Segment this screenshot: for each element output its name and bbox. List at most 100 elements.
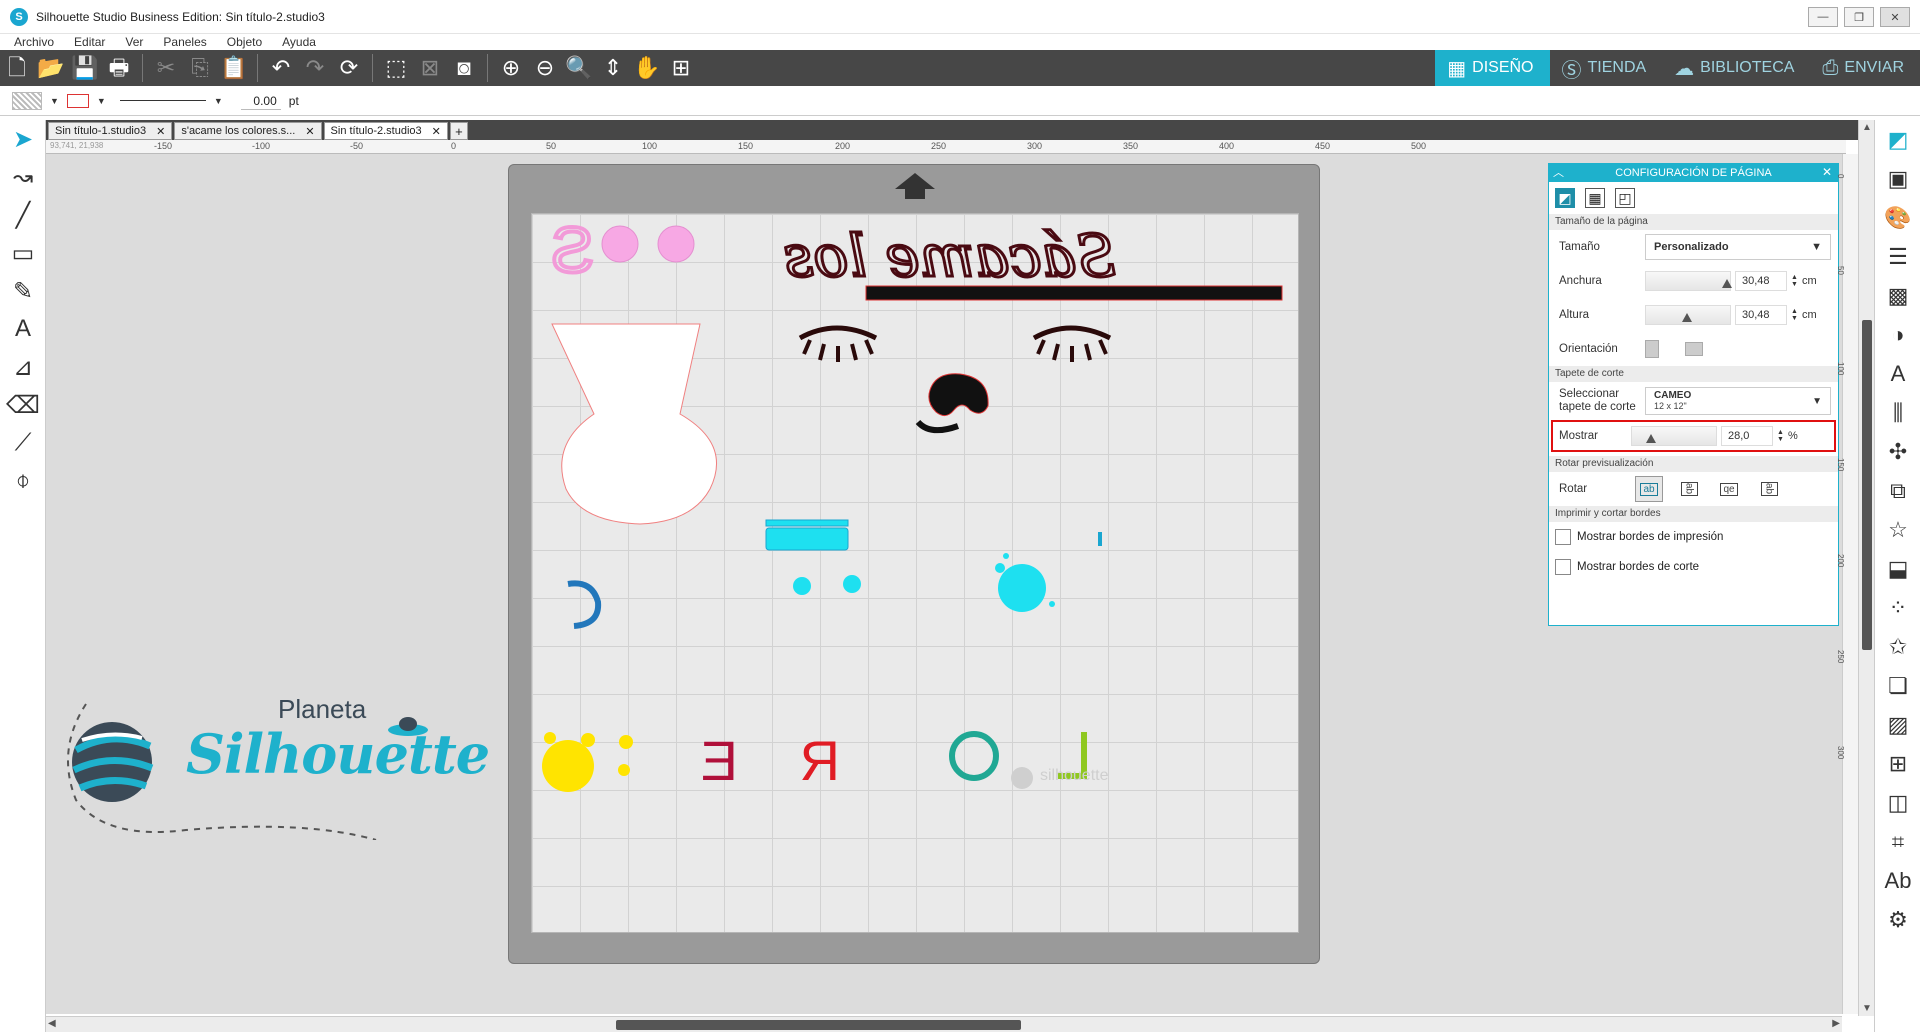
eyedropper-icon[interactable]: ⌽ bbox=[0, 462, 46, 500]
menu-ayuda[interactable]: Ayuda bbox=[282, 35, 316, 49]
tab-enviar[interactable]: ⎙ ENVIAR bbox=[1810, 50, 1920, 86]
fill-gradient-icon[interactable]: ◑ bbox=[1875, 315, 1920, 354]
grid-icon[interactable]: ▦ bbox=[1585, 188, 1605, 208]
tab-biblioteca[interactable]: ☁ BIBLIOTECA bbox=[1662, 50, 1810, 86]
offset-icon[interactable]: ☆ bbox=[1875, 510, 1920, 549]
show-spinner[interactable]: ▲ ▼ bbox=[1777, 429, 1784, 443]
grid-globe-icon[interactable]: ⊞ bbox=[1875, 744, 1920, 783]
close-icon[interactable]: ✕ bbox=[432, 125, 441, 138]
close-icon[interactable]: ✕ bbox=[156, 125, 165, 138]
open-folder-icon[interactable]: 📂 bbox=[34, 51, 68, 85]
close-icon[interactable]: ✕ bbox=[1822, 165, 1832, 179]
fill-pattern-swatch[interactable] bbox=[12, 91, 42, 110]
copy-icon[interactable]: ⎘ bbox=[183, 51, 217, 85]
checkbox[interactable] bbox=[1555, 559, 1571, 575]
height-spinner[interactable]: ▲ ▼ bbox=[1791, 308, 1798, 322]
line-width-input[interactable]: 0.00 bbox=[240, 92, 281, 110]
cut-icon[interactable]: ✂ bbox=[149, 51, 183, 85]
fill-color-icon[interactable]: 🎨 bbox=[1875, 198, 1920, 237]
pixscan-icon[interactable]: ▣ bbox=[1875, 159, 1920, 198]
tab-tienda[interactable]: Ⓢ TIENDA bbox=[1550, 50, 1663, 86]
rectangle-tool-icon[interactable]: ▭ bbox=[0, 234, 46, 272]
drag-view-icon[interactable]: ⇕ bbox=[596, 51, 630, 85]
landscape-icon[interactable] bbox=[1685, 342, 1703, 356]
doc-tab[interactable]: Sin título-1.studio3 ✕ bbox=[48, 122, 173, 140]
registration-marks-icon[interactable]: ◰ bbox=[1615, 188, 1635, 208]
maximize-button[interactable]: ❐ bbox=[1844, 7, 1874, 27]
horizontal-scrollbar[interactable]: ◀ ▶ bbox=[46, 1016, 1842, 1032]
stroke-color-swatch[interactable] bbox=[66, 93, 89, 108]
edit-points-icon[interactable]: ↝ bbox=[0, 158, 46, 196]
pencil-tool-icon[interactable]: ✎ bbox=[0, 272, 46, 310]
scroll-up-icon[interactable]: ▲ bbox=[1862, 122, 1872, 133]
eraser-icon[interactable]: ⌫ bbox=[0, 386, 46, 424]
settings-gear-icon[interactable]: ⚙ bbox=[1875, 900, 1920, 939]
select-by-color-icon[interactable]: ◙ bbox=[447, 51, 481, 85]
scroll-left-icon[interactable]: ◀ bbox=[48, 1018, 56, 1029]
layers-icon[interactable]: ❏ bbox=[1875, 666, 1920, 705]
image-effects-icon[interactable]: ▩ bbox=[1875, 276, 1920, 315]
height-slider[interactable] bbox=[1645, 305, 1731, 325]
line-style-icon[interactable]: ☰ bbox=[1875, 237, 1920, 276]
mat-select[interactable]: CAMEO 12 x 12" ▼ bbox=[1645, 387, 1831, 415]
page-setup-icon[interactable]: ◩ bbox=[1555, 188, 1575, 208]
pan-hand-icon[interactable]: ✋ bbox=[630, 51, 664, 85]
show-input[interactable]: 28,0 bbox=[1721, 426, 1773, 446]
sketch-icon[interactable]: ▨ bbox=[1875, 705, 1920, 744]
width-input[interactable]: 30,48 bbox=[1735, 271, 1787, 291]
line-style-sample[interactable] bbox=[119, 100, 206, 101]
redo-icon[interactable]: ↷ bbox=[298, 51, 332, 85]
scroll-thumb[interactable] bbox=[616, 1020, 1021, 1030]
vertical-scrollbar[interactable]: ▲ ▼ bbox=[1858, 120, 1874, 1016]
modify-icon[interactable]: ⧉ bbox=[1875, 471, 1920, 510]
chevron-down-icon[interactable]: ▼ bbox=[50, 96, 59, 106]
redraw-icon[interactable]: ⟳ bbox=[332, 51, 366, 85]
show-cut-borders-checkbox[interactable]: Mostrar bordes de corte bbox=[1549, 552, 1838, 582]
new-document-icon[interactable]: 🗋 bbox=[0, 51, 34, 85]
text-style-icon[interactable]: A bbox=[1875, 354, 1920, 393]
trace-icon[interactable]: ⬓ bbox=[1875, 549, 1920, 588]
undo-icon[interactable]: ↶ bbox=[264, 51, 298, 85]
knife-icon[interactable]: ⟋ bbox=[0, 424, 46, 462]
design-page[interactable]: S Sácame los E R silhouette bbox=[531, 213, 1299, 933]
nesting-icon[interactable]: ⌗ bbox=[1875, 822, 1920, 861]
width-spinner[interactable]: ▲ ▼ bbox=[1791, 274, 1798, 288]
save-icon[interactable]: 💾 bbox=[68, 51, 102, 85]
chevron-up-icon[interactable]: ︿ bbox=[1553, 164, 1564, 180]
menu-paneles[interactable]: Paneles bbox=[163, 35, 206, 49]
portrait-icon[interactable] bbox=[1645, 340, 1659, 358]
paste-icon[interactable]: 📋 bbox=[217, 51, 251, 85]
transform-icon[interactable]: ✣ bbox=[1875, 432, 1920, 471]
emboss-icon[interactable]: ◫ bbox=[1875, 783, 1920, 822]
text-tool-icon[interactable]: A bbox=[0, 310, 46, 348]
scroll-down-icon[interactable]: ▼ bbox=[1862, 1003, 1872, 1014]
minimize-button[interactable]: — bbox=[1808, 7, 1838, 27]
scroll-right-icon[interactable]: ▶ bbox=[1832, 1018, 1840, 1029]
size-select[interactable]: Personalizado ▼ bbox=[1645, 234, 1831, 260]
menu-objeto[interactable]: Objeto bbox=[227, 35, 262, 49]
doc-tab[interactable]: Sin título-2.studio3 ✕ bbox=[323, 122, 448, 140]
font-icon[interactable]: Ab bbox=[1875, 861, 1920, 900]
zoom-select-icon[interactable]: 🔍 bbox=[562, 51, 596, 85]
select-arrow-icon[interactable]: ➤ bbox=[0, 120, 46, 158]
menu-editar[interactable]: Editar bbox=[74, 35, 105, 49]
select-all-icon[interactable]: ⬚ bbox=[379, 51, 413, 85]
rotate-180-button[interactable]: qe bbox=[1715, 476, 1743, 502]
checkbox[interactable] bbox=[1555, 529, 1571, 545]
scroll-thumb[interactable] bbox=[1862, 320, 1872, 650]
fit-page-icon[interactable]: ⊞ bbox=[664, 51, 698, 85]
tab-diseno[interactable]: ▦ DISEÑO bbox=[1435, 50, 1550, 86]
zoom-in-icon[interactable]: ⊕ bbox=[494, 51, 528, 85]
doc-tab[interactable]: s'acame los colores.s... ✕ bbox=[174, 122, 322, 140]
zoom-out-icon[interactable]: ⊖ bbox=[528, 51, 562, 85]
print-icon[interactable]: 🖶 bbox=[102, 51, 136, 85]
replicate-icon[interactable]: ⁘ bbox=[1875, 588, 1920, 627]
show-slider[interactable] bbox=[1631, 426, 1717, 446]
add-tab-button[interactable]: + bbox=[449, 122, 468, 140]
deselect-icon[interactable]: ⊠ bbox=[413, 51, 447, 85]
draw-shape-icon[interactable]: ⊿ bbox=[0, 348, 46, 386]
menu-archivo[interactable]: Archivo bbox=[14, 35, 54, 49]
height-input[interactable]: 30,48 bbox=[1735, 305, 1787, 325]
line-tool-icon[interactable]: ╱ bbox=[0, 196, 46, 234]
page-settings-icon[interactable]: ◩ bbox=[1875, 120, 1920, 159]
